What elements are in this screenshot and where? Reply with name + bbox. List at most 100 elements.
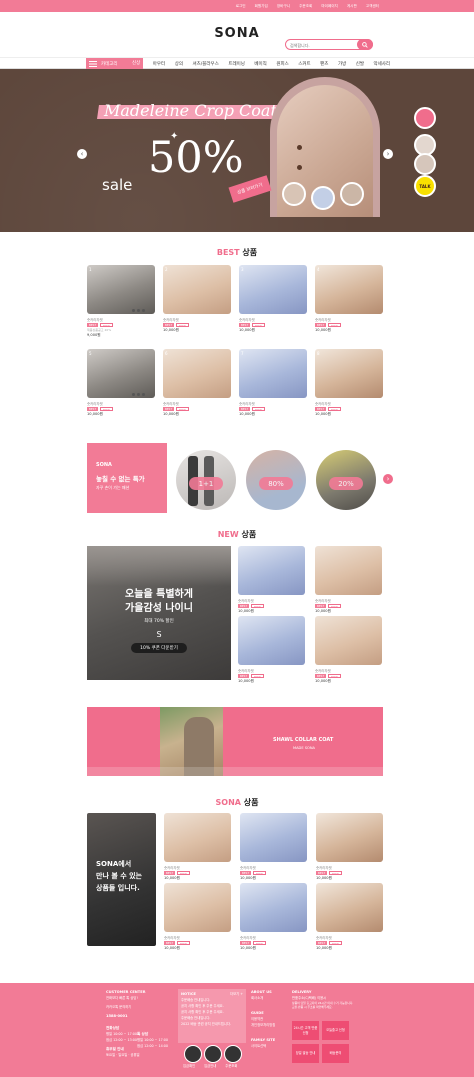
hero-banner[interactable]: Madeleine Crop Coat sale 50% ✦ 상품 보러가기 ‹… <box>0 69 474 232</box>
product-card[interactable]: 숏카라자켓 BEST NEW 10,000원 <box>164 813 231 881</box>
product-name[interactable]: 숏카라자켓 <box>316 935 383 940</box>
shawl-coat-banner[interactable]: SHAWL COLLAR COAT MADE SONA <box>87 707 383 776</box>
privacy-link[interactable]: 개인정보처리방침 <box>251 1022 275 1028</box>
hero-prev-arrow[interactable]: ‹ <box>77 149 87 159</box>
product-card[interactable]: 숏카라자켓 BEST NEW 10,000원 <box>240 813 307 881</box>
product-image[interactable] <box>316 883 383 932</box>
sona-feature-banner[interactable]: SONA에서 만나 볼 수 있는 상품들 입니다. <box>87 813 156 946</box>
product-image[interactable]: 6 <box>163 349 231 398</box>
product-card[interactable]: 숏카라자켓 BEST NEW 10,000원 <box>316 883 383 951</box>
product-name[interactable]: 숏카라자켓 <box>238 668 305 673</box>
nav-item-shoes[interactable]: 신발 <box>356 61 364 67</box>
search-button[interactable] <box>357 39 373 50</box>
product-card[interactable]: 3 숏카라자켓 BEST NEW 10,000원 <box>239 265 307 333</box>
product-name[interactable]: 숏카라자켓 <box>240 935 307 940</box>
nav-item-pants[interactable]: 팬츠 <box>320 61 328 67</box>
product-image[interactable] <box>164 813 231 862</box>
product-image[interactable]: 7 <box>239 349 307 398</box>
footer-cs-kakao[interactable]: 카카오톡 문의하기 <box>106 1004 145 1010</box>
product-image[interactable]: 5 <box>87 349 155 398</box>
hero-thumb-2[interactable] <box>311 186 335 210</box>
promo-next-arrow[interactable]: › <box>383 474 393 484</box>
product-image[interactable] <box>164 883 231 932</box>
order-lookup-icon[interactable] <box>224 1045 242 1063</box>
product-card[interactable]: 6 숏카라자켓 BEST NEW 10,000원 <box>163 349 231 417</box>
product-card[interactable]: 숏카라자켓 BEST NEW 10,000원 <box>164 883 231 951</box>
about-link[interactable]: 회사소개 <box>251 995 275 1001</box>
product-image[interactable]: 8 <box>315 349 383 398</box>
product-card[interactable]: 7 숏카라자켓 BEST NEW 10,000원 <box>239 349 307 417</box>
search-input[interactable] <box>290 41 356 49</box>
product-image[interactable]: 1 <box>87 265 155 314</box>
nav-item-acc[interactable]: 악세사리 <box>374 61 391 67</box>
nav-item-shirts[interactable]: 셔츠/블라우스 <box>192 61 218 67</box>
delivery-btn-inquiry[interactable]: 배송문의 <box>322 1044 349 1063</box>
nav-item-bag[interactable]: 가방 <box>338 61 346 67</box>
product-image[interactable] <box>316 813 383 862</box>
product-card[interactable]: 숏카라자켓 BEST NEW 10,000원 <box>316 813 383 881</box>
product-name[interactable]: 숏카라자켓 <box>315 401 383 406</box>
notice-item[interactable]: 2022 배송 관련 공지 안내드립니다. <box>181 1021 243 1027</box>
utility-link-board[interactable]: 게시판 <box>347 4 357 9</box>
coupon-download-button[interactable]: 10% 쿠폰 다운받기 <box>131 643 187 653</box>
promo-circle-3[interactable]: 20% <box>316 450 376 510</box>
nav-item-outer[interactable]: 아우터 <box>153 61 165 67</box>
hero-next-arrow[interactable]: › <box>383 149 393 159</box>
nav-item-skirt[interactable]: 스커트 <box>298 61 310 67</box>
product-image[interactable] <box>238 616 305 665</box>
product-image[interactable] <box>315 616 382 665</box>
product-name[interactable]: 숏카라자켓 <box>164 865 231 870</box>
quick-recent-2[interactable] <box>414 153 436 175</box>
utility-link-cart[interactable]: 장바구니 <box>277 4 290 9</box>
product-card[interactable]: 숏카라자켓 BEST NEW 10,000원 <box>238 616 305 684</box>
delivery-btn-today[interactable]: 오늘출고 신청 <box>322 1021 349 1040</box>
deposit-guide-icon[interactable] <box>204 1045 222 1063</box>
product-card[interactable]: 4 숏카라자켓 BEST NEW 10,000원 <box>315 265 383 333</box>
product-image[interactable]: 4 <box>315 265 383 314</box>
notice-more-link[interactable]: 더보기 + <box>230 991 243 997</box>
utility-link-login[interactable]: 로그인 <box>236 4 246 9</box>
product-image[interactable] <box>238 546 305 595</box>
nav-item-new[interactable]: 신상 <box>129 58 144 69</box>
nav-item-training[interactable]: 트레이닝 <box>228 61 245 67</box>
product-card[interactable]: 숏카라자켓 BEST NEW 10,000원 <box>240 883 307 951</box>
category-menu-button[interactable]: 카테고리 <box>86 58 134 69</box>
delivery-btn-sameday[interactable]: 당일 발송 안내 <box>292 1044 319 1063</box>
hero-thumb-1[interactable] <box>282 182 306 206</box>
product-name[interactable]: 숏카라자켓 <box>315 668 382 673</box>
product-image[interactable]: 2 <box>163 265 231 314</box>
product-name[interactable]: 숏카라자켓 <box>315 317 383 322</box>
family-site-select[interactable]: 사이트선택 <box>251 1043 275 1049</box>
quick-cart-icon[interactable] <box>414 107 436 129</box>
product-name[interactable]: 숏카라자켓 <box>87 317 155 322</box>
delivery-btn-return[interactable]: 24시간 고객 반품 신청 <box>292 1021 319 1040</box>
site-logo[interactable]: SONA <box>0 26 474 41</box>
kakao-talk-icon[interactable]: TALK <box>414 175 436 197</box>
product-card[interactable]: 1 숏카라자켓 BEST NEW 제품상품공고 20% 9,000원 <box>87 265 155 338</box>
nav-item-top[interactable]: 상의 <box>175 61 183 67</box>
nav-item-dress[interactable]: 원피스 <box>276 61 288 67</box>
product-image[interactable]: 3 <box>239 265 307 314</box>
promo-box[interactable]: SONA 놓칠 수 없는 특가 자꾸 손이 가는 패션 <box>87 443 167 513</box>
product-card[interactable]: 숏카라자켓 BEST NEW 10,000원 <box>315 546 382 614</box>
product-card[interactable]: 숏카라자켓 BEST NEW 10,000원 <box>238 546 305 614</box>
product-name[interactable]: 숏카라자켓 <box>315 598 382 603</box>
product-name[interactable]: 숏카라자켓 <box>239 401 307 406</box>
product-name[interactable]: 숏카라자켓 <box>87 401 155 406</box>
product-name[interactable]: 숏카라자켓 <box>163 401 231 406</box>
product-image[interactable] <box>240 883 307 932</box>
promo-circle-1[interactable]: 1+1 <box>176 450 236 510</box>
hero-thumb-3[interactable] <box>340 182 364 206</box>
product-name[interactable]: 숏카라자켓 <box>163 317 231 322</box>
new-feature-banner[interactable]: 오늘을 특별하게 가을감성 나이니 최대 70% 할인 S 10% 쿠폰 다운받… <box>87 546 231 680</box>
utility-link-join[interactable]: 회원가입 <box>255 4 268 9</box>
deposit-check-icon[interactable] <box>184 1045 202 1063</box>
product-name[interactable]: 숏카라자켓 <box>240 865 307 870</box>
product-image[interactable] <box>240 813 307 862</box>
utility-link-orders[interactable]: 주문조회 <box>299 4 312 9</box>
nav-item-basic[interactable]: 베이직 <box>254 61 266 67</box>
promo-circle-2[interactable]: 80% <box>246 450 306 510</box>
product-name[interactable]: 숏카라자켓 <box>239 317 307 322</box>
product-name[interactable]: 숏카라자켓 <box>164 935 231 940</box>
product-image[interactable] <box>315 546 382 595</box>
